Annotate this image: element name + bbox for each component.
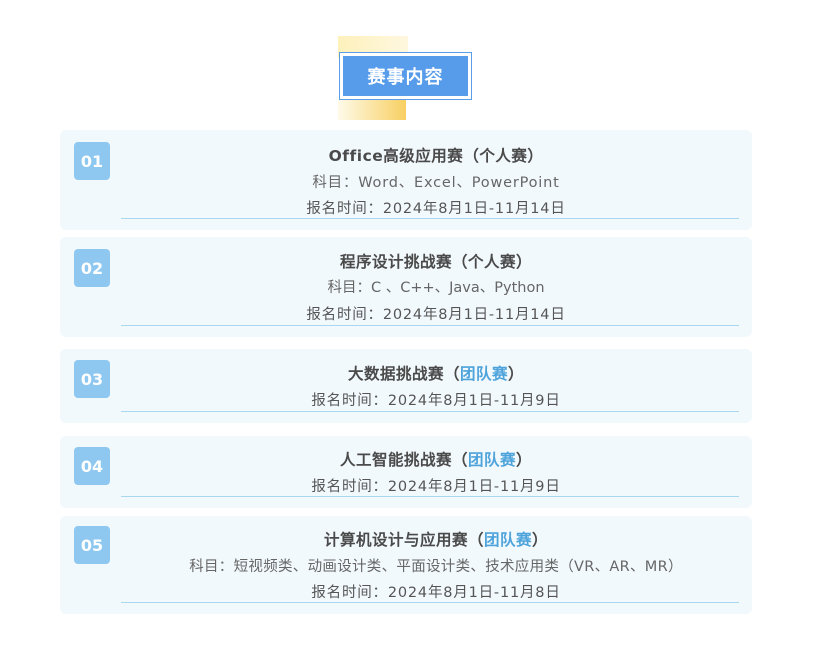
competition-title: Office高级应用赛（个人赛） [120,144,752,166]
competition-card-04: 04 人工智能挑战赛（团队赛） 报名时间：2024年8月1日-11月9日 [60,436,752,508]
card-number: 04 [74,447,110,485]
registration-time: 报名时间：2024年8月1日-11月14日 [306,201,566,217]
paren-close: ） [516,451,533,469]
paren-open: （ [467,531,484,549]
competition-title: 程序设计挑战赛（个人赛） [120,250,752,272]
competition-card-01: 01 Office高级应用赛（个人赛） 科目：Word、Excel、PowerP… [60,130,752,230]
card-divider [121,602,739,603]
paren-close: ） [532,531,549,549]
paren-close: ） [527,147,544,165]
title-frame: 赛事内容 [339,52,472,100]
card-divider [121,218,739,219]
card-divider [121,411,739,412]
competition-type: 个人赛 [479,147,528,165]
card-divider [121,496,739,497]
competition-card-02: 02 程序设计挑战赛（个人赛） 科目：C 、C++、Java、Python 报名… [60,237,752,337]
card-number: 05 [74,526,110,564]
paren-open: （ [451,253,468,271]
competition-card-05: 05 计算机设计与应用赛（团队赛） 科目：短视频类、动画设计类、平面设计类、技术… [60,516,752,614]
card-number: 02 [74,249,110,287]
competition-subjects: 科目：Word、Excel、PowerPoint [312,175,560,191]
paren-open: （ [463,147,480,165]
competition-subjects: 科目：C 、C++、Java、Python [327,280,545,296]
competition-type: 团队赛 [484,531,533,549]
competition-title: 计算机设计与应用赛（团队赛） [120,528,752,550]
registration-time: 报名时间：2024年8月1日-11月14日 [306,307,566,323]
competition-type: 团队赛 [468,451,517,469]
competition-title: 人工智能挑战赛（团队赛） [120,448,752,470]
competition-type: 个人赛 [468,253,517,271]
competition-title: 大数据挑战赛（团队赛） [120,362,752,384]
competition-name: Office高级应用赛 [328,147,464,165]
title-decoration-bottom [338,98,406,120]
card-number: 03 [74,360,110,398]
card-divider [121,325,739,326]
registration-time: 报名时间：2024年8月1日-11月9日 [311,479,561,495]
competition-type: 团队赛 [460,365,509,383]
section-title: 赛事内容 [343,56,468,96]
competition-name: 大数据挑战赛 [347,365,444,383]
paren-close: ） [516,253,533,271]
registration-time: 报名时间：2024年8月1日-11月9日 [311,393,561,409]
competition-subjects: 科目：短视频类、动画设计类、平面设计类、技术应用类（VR、AR、MR） [189,559,683,575]
paren-open: （ [451,451,468,469]
paren-open: （ [443,365,460,383]
registration-time: 报名时间：2024年8月1日-11月8日 [311,585,561,601]
competition-name: 程序设计挑战赛 [339,253,452,271]
competition-name: 计算机设计与应用赛 [323,531,468,549]
paren-close: ） [508,365,525,383]
card-number: 01 [74,142,110,180]
competition-card-03: 03 大数据挑战赛（团队赛） 报名时间：2024年8月1日-11月9日 [60,349,752,423]
competition-name: 人工智能挑战赛 [339,451,452,469]
section-title-badge: 赛事内容 [338,36,474,120]
